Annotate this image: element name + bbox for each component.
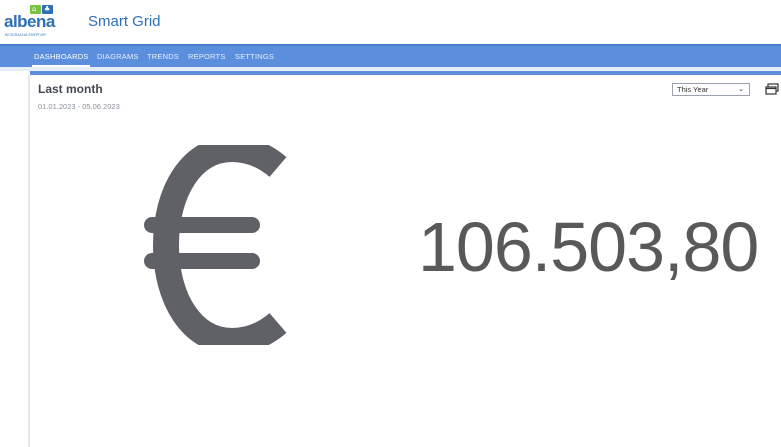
euro-icon (144, 145, 287, 345)
app-title: Smart Grid (88, 13, 161, 30)
left-rail (0, 71, 30, 447)
nav-reports[interactable]: REPORTS (188, 52, 226, 61)
widget-date-range: 01.01.2023 - 05.06.2023 (38, 102, 120, 111)
nav-trends[interactable]: TRENDS (147, 52, 179, 61)
main-nav: DASHBOARDS DIAGRAMS TRENDS REPORTS SETTI… (0, 44, 781, 67)
logo-tagline: БЕЗОПАСНА ЕНЕРГИЯ (5, 33, 46, 37)
nav-settings[interactable]: SETTINGS (235, 52, 274, 61)
window-restore-icon[interactable] (765, 83, 779, 95)
period-select[interactable]: This Year ⌄ (672, 83, 750, 96)
app-header: ⌂ ♣ albena БЕЗОПАСНА ЕНЕРГИЯ Smart Grid (0, 0, 781, 44)
logo-word: albena (4, 12, 55, 31)
period-select-value: This Year (677, 85, 709, 94)
chevron-down-icon: ⌄ (738, 86, 744, 93)
dashboard-widget: Last month 01.01.2023 - 05.06.2023 This … (30, 75, 781, 447)
total-amount-value: 106.503,80 (418, 208, 759, 286)
nav-dashboards[interactable]: DASHBOARDS (34, 52, 89, 61)
albena-logo[interactable]: ⌂ ♣ albena БЕЗОПАСНА ЕНЕРГИЯ (4, 4, 60, 40)
widget-title: Last month (38, 82, 103, 96)
nav-diagrams[interactable]: DIAGRAMS (97, 52, 139, 61)
